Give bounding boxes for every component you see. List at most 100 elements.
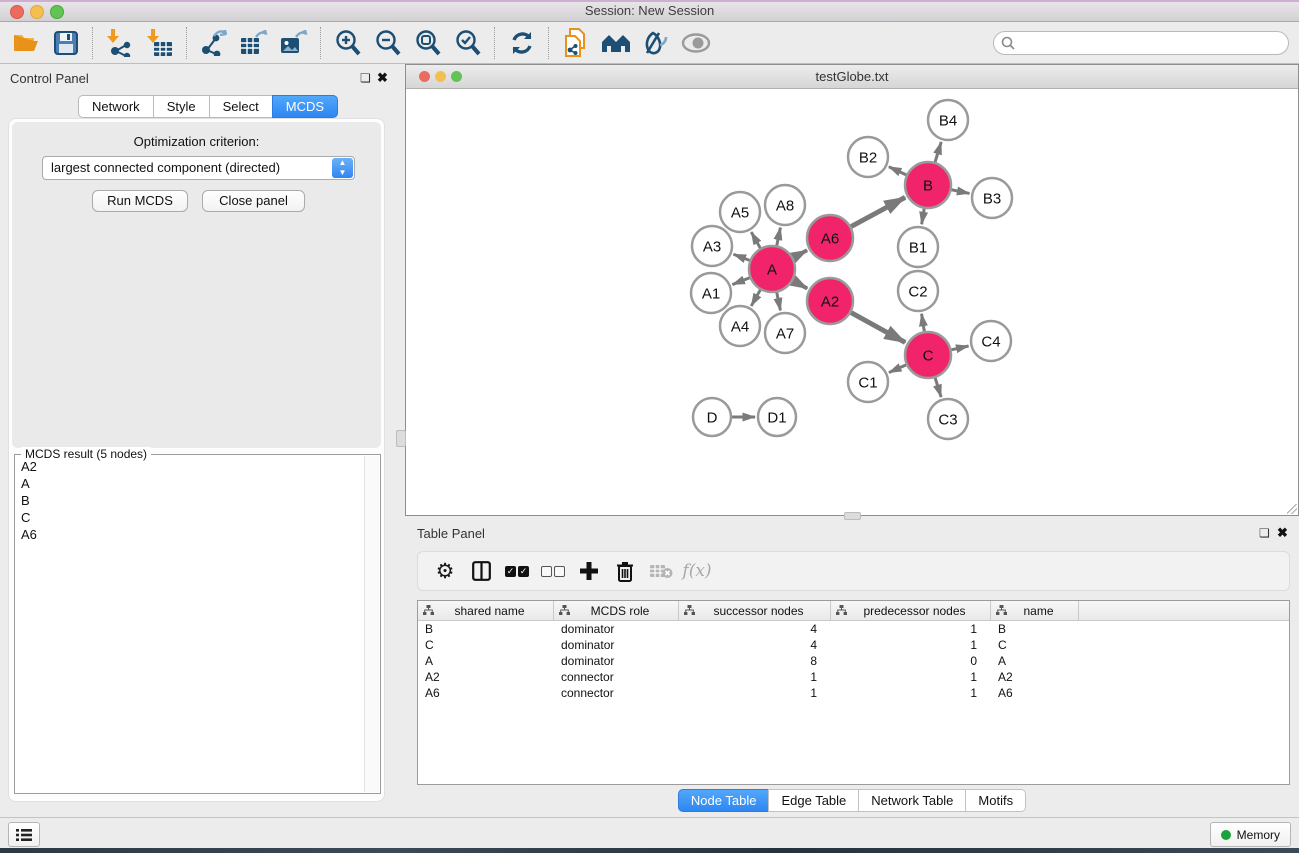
search-input[interactable] xyxy=(993,31,1289,55)
left-splitter-handle[interactable] xyxy=(396,430,406,447)
table-cell[interactable]: 1 xyxy=(679,669,831,685)
tab-select[interactable]: Select xyxy=(209,95,272,118)
close-window-button[interactable] xyxy=(10,5,24,19)
tab-network[interactable]: Network xyxy=(78,95,153,118)
table-cell[interactable]: 8 xyxy=(679,653,831,669)
deselect-all-rows-icon[interactable] xyxy=(536,556,570,586)
network-minimize-button[interactable] xyxy=(435,71,446,82)
table-cell[interactable]: 0 xyxy=(831,653,991,669)
zoom-out-icon[interactable] xyxy=(371,25,405,61)
table-options-icon[interactable]: ⚙ xyxy=(428,556,462,586)
column-header-predecessor-nodes[interactable]: predecessor nodes xyxy=(831,601,991,620)
table-cell[interactable]: A6 xyxy=(418,685,554,701)
copy-style-icon[interactable] xyxy=(559,25,593,61)
graph-edge-A-A2[interactable] xyxy=(793,281,807,289)
graph-edge-B-B2[interactable] xyxy=(889,167,906,175)
graph-edge-C-C1[interactable] xyxy=(889,365,906,373)
show-columns-icon[interactable] xyxy=(464,556,498,586)
table-cell[interactable]: B xyxy=(418,621,554,637)
table-row[interactable]: Adominator80A xyxy=(418,653,1289,669)
window-resize-grip[interactable] xyxy=(1287,504,1297,514)
import-table-icon[interactable] xyxy=(143,25,177,61)
table-cell[interactable]: connector xyxy=(554,685,679,701)
table-cell[interactable]: 4 xyxy=(679,621,831,637)
table-cell[interactable]: connector xyxy=(554,669,679,685)
graph-edge-A-A1[interactable] xyxy=(732,278,749,285)
result-scrollbar[interactable] xyxy=(364,456,379,792)
memory-button[interactable]: Memory xyxy=(1210,822,1291,847)
table-cell[interactable]: A2 xyxy=(991,669,1079,685)
table-row[interactable]: A6connector11A6 xyxy=(418,685,1289,701)
result-item[interactable]: A xyxy=(17,476,364,493)
table-cell[interactable]: 1 xyxy=(679,685,831,701)
tab-style[interactable]: Style xyxy=(153,95,209,118)
network-window-titlebar[interactable]: testGlobe.txt xyxy=(406,65,1298,89)
table-cell[interactable]: dominator xyxy=(554,637,679,653)
table-cell[interactable]: A2 xyxy=(418,669,554,685)
result-item[interactable]: A6 xyxy=(17,527,364,544)
table-row[interactable]: Bdominator41B xyxy=(418,621,1289,637)
task-history-button[interactable] xyxy=(8,822,40,847)
tab-mcds[interactable]: MCDS xyxy=(272,95,338,118)
graph-edge-A-A6[interactable] xyxy=(793,250,807,257)
control-panel-close-icon[interactable]: ✖ xyxy=(377,70,388,86)
import-network-icon[interactable] xyxy=(103,25,137,61)
table-row[interactable]: A2connector11A2 xyxy=(418,669,1289,685)
tab-edge-table[interactable]: Edge Table xyxy=(768,789,858,812)
graph-edge-A-A5[interactable] xyxy=(751,232,760,248)
add-column-icon[interactable] xyxy=(572,556,606,586)
network-graph-canvas[interactable]: B4B2BB3A5A8A6B1A3AC2A1A2A4A7C4CC1DD1C3 xyxy=(407,88,1299,515)
delete-columns-icon[interactable] xyxy=(608,556,642,586)
graph-edge-B-B3[interactable] xyxy=(952,190,970,194)
delete-table-icon[interactable] xyxy=(644,556,678,586)
graph-edge-B-B4[interactable] xyxy=(935,142,941,162)
table-cell[interactable]: dominator xyxy=(554,653,679,669)
table-cell[interactable]: A6 xyxy=(991,685,1079,701)
graph-edge-A-A3[interactable] xyxy=(733,254,749,260)
network-close-button[interactable] xyxy=(419,71,430,82)
close-panel-button[interactable]: Close panel xyxy=(202,190,305,212)
column-header-name[interactable]: name xyxy=(991,601,1079,620)
graph-edge-A6-B[interactable] xyxy=(851,197,905,226)
open-file-icon[interactable] xyxy=(9,25,43,61)
table-cell[interactable]: A xyxy=(991,653,1079,669)
optimization-criterion-select[interactable]: largest connected component (directed) ▲… xyxy=(42,156,355,180)
graph-edge-A-A7[interactable] xyxy=(777,293,781,311)
table-cell[interactable]: B xyxy=(991,621,1079,637)
run-mcds-button[interactable]: Run MCDS xyxy=(92,190,188,212)
save-session-icon[interactable] xyxy=(49,25,83,61)
zoom-fit-icon[interactable] xyxy=(411,25,445,61)
export-table-icon[interactable] xyxy=(237,25,271,61)
zoom-in-icon[interactable] xyxy=(331,25,365,61)
column-header-MCDS-role[interactable]: MCDS role xyxy=(554,601,679,620)
function-builder-icon[interactable]: f(x) xyxy=(680,556,714,586)
graph-edge-A-A8[interactable] xyxy=(777,228,781,246)
table-row[interactable]: Cdominator41C xyxy=(418,637,1289,653)
control-panel-float-icon[interactable]: ❏ xyxy=(360,71,371,85)
export-network-icon[interactable] xyxy=(197,25,231,61)
result-item[interactable]: C xyxy=(17,510,364,527)
table-cell[interactable]: A xyxy=(418,653,554,669)
table-panel-float-icon[interactable]: ❏ xyxy=(1259,526,1270,540)
first-neighbors-icon[interactable] xyxy=(599,25,633,61)
graph-edge-B-B1[interactable] xyxy=(922,209,925,225)
zoom-window-button[interactable] xyxy=(50,5,64,19)
table-cell[interactable]: 1 xyxy=(831,669,991,685)
export-image-icon[interactable] xyxy=(277,25,311,61)
result-item[interactable]: A2 xyxy=(17,459,364,476)
minimize-window-button[interactable] xyxy=(30,5,44,19)
tab-network-table[interactable]: Network Table xyxy=(858,789,965,812)
graph-edge-C-C4[interactable] xyxy=(951,346,968,350)
zoom-selected-icon[interactable] xyxy=(451,25,485,61)
paint-style-icon[interactable] xyxy=(639,25,673,61)
tab-motifs[interactable]: Motifs xyxy=(965,789,1026,812)
network-zoom-button[interactable] xyxy=(451,71,462,82)
column-header-successor-nodes[interactable]: successor nodes xyxy=(679,601,831,620)
table-cell[interactable]: C xyxy=(991,637,1079,653)
bottom-splitter-handle[interactable] xyxy=(844,512,861,520)
table-cell[interactable]: 4 xyxy=(679,637,831,653)
graph-edge-A2-C[interactable] xyxy=(851,313,905,343)
table-cell[interactable]: dominator xyxy=(554,621,679,637)
result-item[interactable]: B xyxy=(17,493,364,510)
show-hide-eye-icon[interactable] xyxy=(679,25,713,61)
